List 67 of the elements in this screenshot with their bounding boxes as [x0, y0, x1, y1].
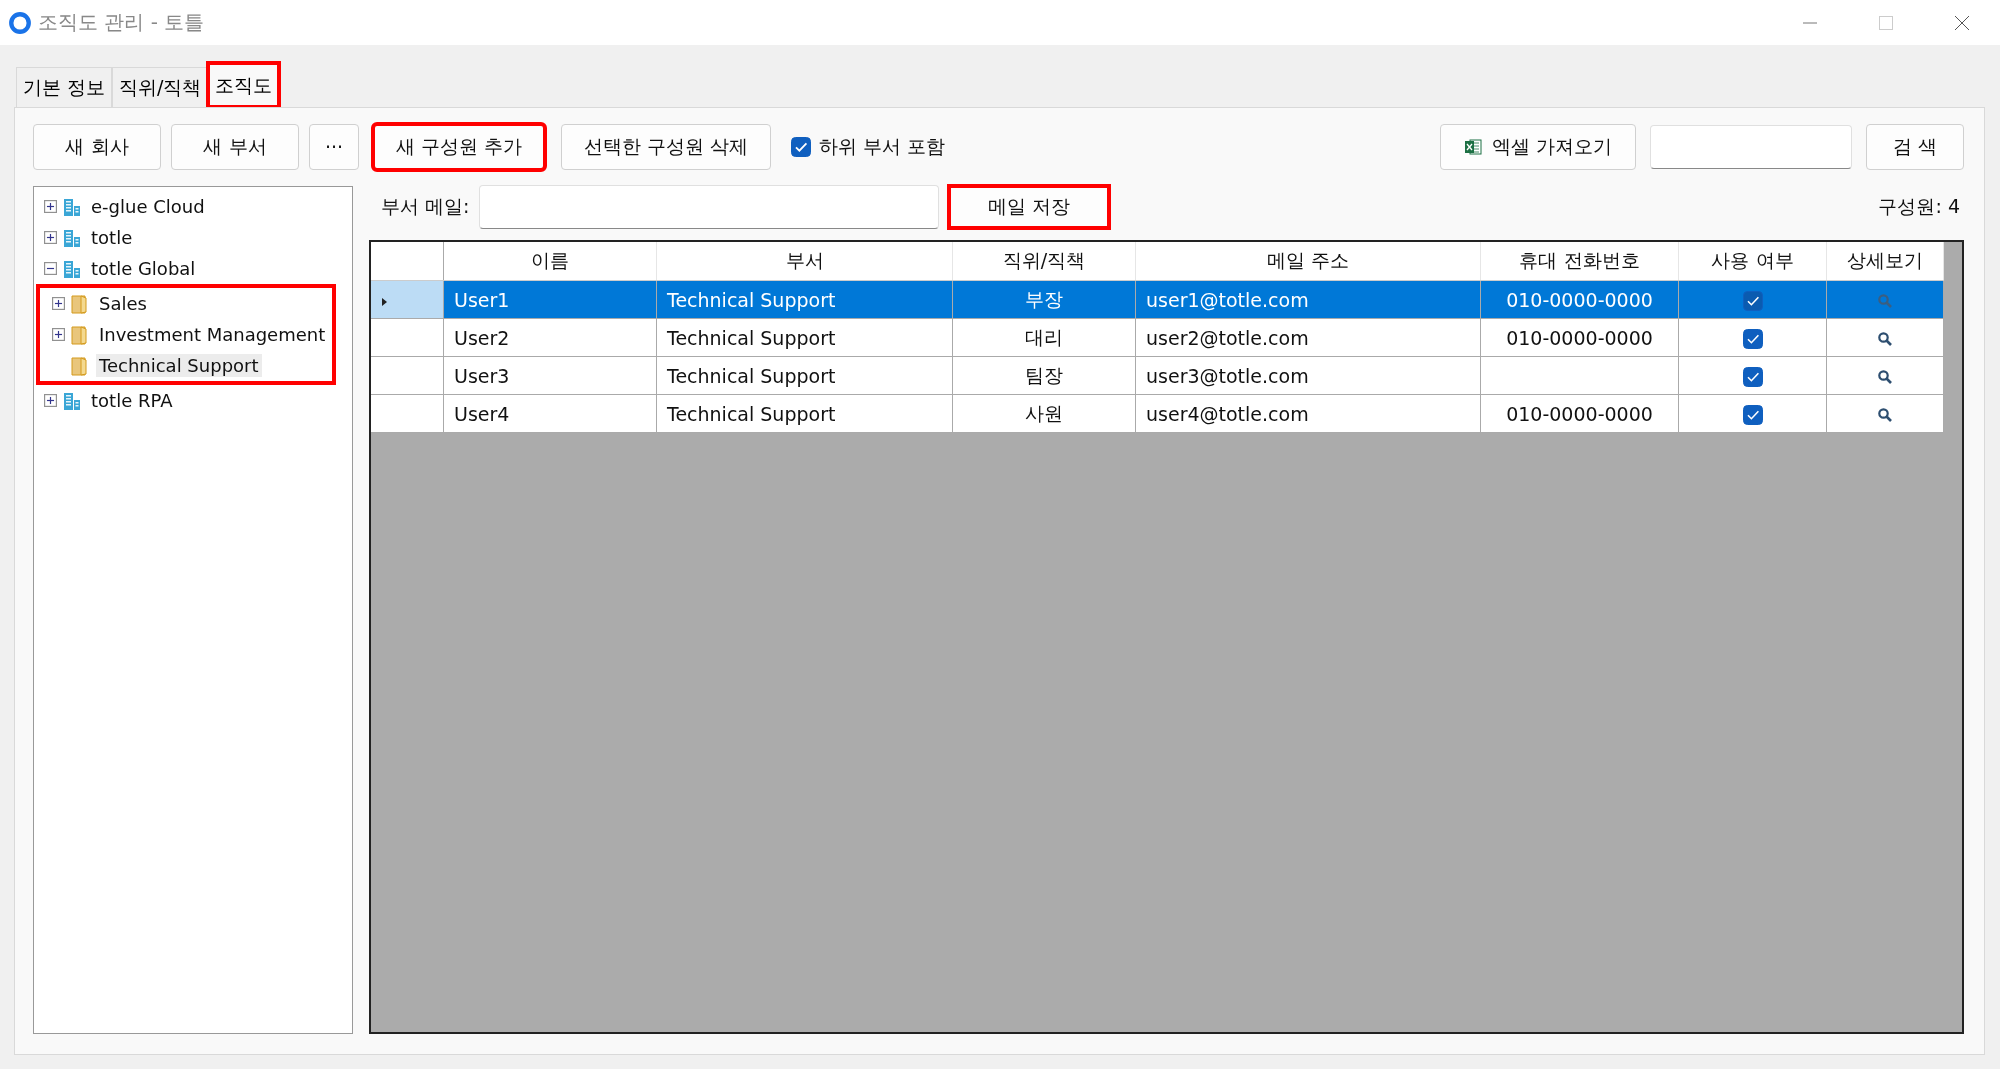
tree-item[interactable]: Technical Support	[96, 354, 262, 377]
tree-item[interactable]: Investment Management	[96, 323, 329, 346]
email-cell: user4@totle.com	[1135, 394, 1481, 433]
checkbox[interactable]	[1742, 366, 1763, 387]
toolbar-button[interactable]: 선택한 구성원 삭제	[561, 124, 772, 170]
excel-import-button[interactable]: 엑셀 가져오기	[1440, 124, 1636, 170]
expand-icon[interactable]	[44, 231, 57, 244]
search-icon[interactable]	[1877, 407, 1893, 423]
search-icon[interactable]	[1877, 369, 1893, 385]
expand-icon[interactable]	[44, 394, 57, 407]
name-cell: User3	[443, 356, 657, 395]
more-button[interactable]: ···	[309, 124, 359, 170]
name-cell: User2	[443, 318, 657, 357]
position-cell: 대리	[952, 318, 1136, 357]
email-cell: user1@totle.com	[1135, 280, 1481, 319]
department-cell: Technical Support	[656, 356, 953, 395]
phone-cell: 010-0000-0000	[1480, 394, 1679, 433]
tab[interactable]: 직위/직책	[112, 67, 209, 107]
position-cell: 팀장	[952, 356, 1136, 395]
position-cell: 부장	[952, 280, 1136, 319]
tree-item[interactable]: totle RPA	[88, 389, 176, 412]
checkbox-label: 하위 부서 포함	[819, 134, 946, 159]
save-mail-button[interactable]: 메일 저장	[949, 186, 1110, 228]
department-cell: Technical Support	[656, 280, 953, 319]
toolbar-button[interactable]: 새 부서	[171, 124, 299, 170]
phone-cell: 010-0000-0000	[1480, 318, 1679, 357]
app-logo-icon	[8, 10, 32, 35]
checkbox[interactable]	[1742, 290, 1763, 311]
email-cell: user2@totle.com	[1135, 318, 1481, 357]
tree-item[interactable]: Sales	[96, 292, 150, 315]
spreadsheet-icon	[1463, 138, 1482, 156]
name-cell: User4	[443, 394, 657, 433]
member-count: 구성원: 4	[1878, 194, 1960, 219]
expand-icon[interactable]	[44, 200, 57, 213]
current-row-icon	[381, 296, 389, 307]
department-mail-label: 부서 메일:	[381, 194, 470, 219]
column-header[interactable]: 직위/직책	[952, 242, 1136, 281]
toolbar-button[interactable]: 새 구성원 추가	[373, 124, 546, 170]
tree-item[interactable]: totle Global	[88, 257, 199, 280]
collapse-icon[interactable]	[44, 262, 57, 275]
expand-icon[interactable]	[52, 328, 65, 341]
search-button[interactable]: 검 색	[1866, 124, 1964, 170]
tab[interactable]: 기본 정보	[16, 67, 113, 107]
column-header[interactable]: 휴대 전화번호	[1480, 242, 1679, 281]
department-cell: Technical Support	[656, 318, 953, 357]
email-cell: user3@totle.com	[1135, 356, 1481, 395]
checkbox[interactable]	[791, 137, 812, 157]
column-header[interactable]: 사용 여부	[1678, 242, 1827, 281]
position-cell: 사원	[952, 394, 1136, 433]
tree-item[interactable]: e-glue Cloud	[88, 195, 208, 218]
column-header[interactable]: 상세보기	[1826, 242, 1944, 281]
name-cell: User1	[443, 280, 657, 319]
toolbar-button[interactable]: 새 회사	[33, 124, 161, 170]
tree-item[interactable]: totle	[88, 226, 136, 249]
checkbox[interactable]	[1742, 328, 1763, 349]
column-header[interactable]: 메일 주소	[1135, 242, 1481, 281]
phone-cell: 010-0000-0000	[1480, 280, 1679, 319]
column-header[interactable]: 부서	[656, 242, 953, 281]
department-mail-field[interactable]	[479, 185, 940, 229]
search-field[interactable]	[1650, 125, 1852, 169]
window-title: 조직도 관리 - 토틀	[38, 9, 205, 36]
expand-icon[interactable]	[52, 297, 65, 310]
department-cell: Technical Support	[656, 394, 953, 433]
search-icon[interactable]	[1877, 331, 1893, 347]
column-header[interactable]: 이름	[443, 242, 657, 281]
checkbox[interactable]	[1742, 404, 1763, 425]
tab[interactable]: 조직도	[208, 63, 280, 107]
